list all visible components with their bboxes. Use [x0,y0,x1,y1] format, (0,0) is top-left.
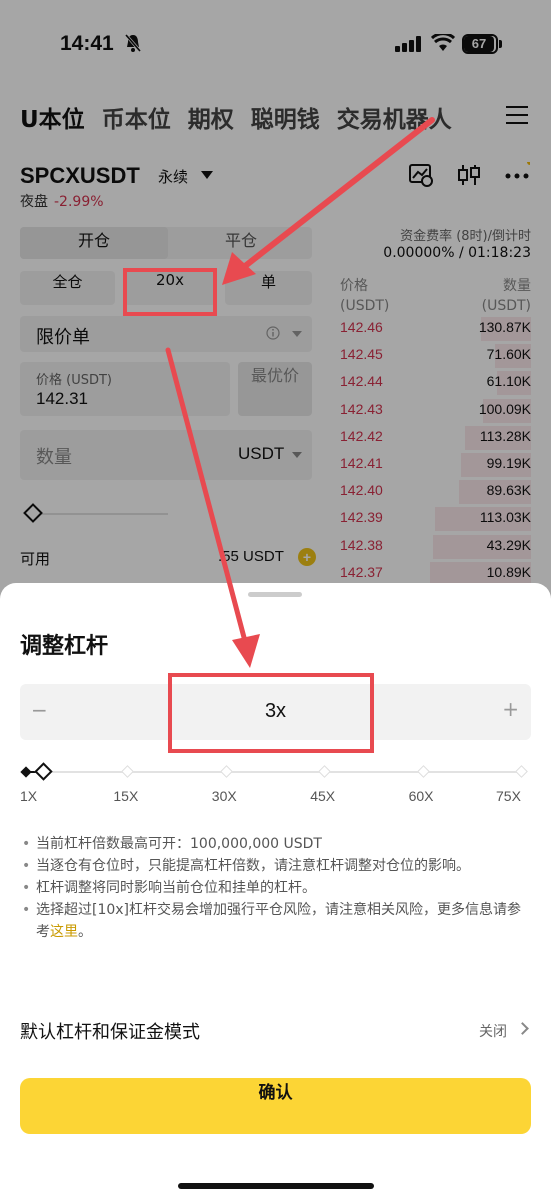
default-leverage-row[interactable]: 默认杠杆和保证金模式 关闭 [20,1016,531,1044]
annotation-box-value [168,673,374,753]
sheet-title: 调整杠杆 [20,634,109,659]
leverage-mark-label[interactable]: 30X [212,788,237,804]
default-leverage-state: 关闭 [479,1024,507,1040]
note-end: 。 [78,924,92,940]
note-item: 当逐仓有仓位时，只能提高杠杆倍数，请注意杠杆调整对仓位的影响。 [22,855,527,877]
leverage-tick[interactable] [416,765,430,778]
leverage-mark-label[interactable]: 45X [310,788,335,804]
leverage-mark-label[interactable]: 75X [496,788,521,804]
leverage-mark-label[interactable]: 1X [20,788,37,804]
annotation-box-leverage [123,268,217,316]
leverage-tick[interactable] [515,765,528,778]
note-item: 选择超过[10x]杠杆交易会增加强行平仓风险，请注意相关风险，更多信息请参考这里… [22,899,527,943]
leverage-tick[interactable] [219,765,233,778]
modal-backdrop[interactable] [0,0,551,600]
confirm-button[interactable]: 确认 [20,1078,531,1134]
leverage-mark-label[interactable]: 60X [409,788,434,804]
note-item: 当前杠杆倍数最高可开：100,000,000 USDT [22,833,527,855]
leverage-mark-label[interactable]: 15X [113,788,138,804]
trading-screen: 14:41 67 U本位 币本位 期权 聪明钱 交易机器人 SPCXUSDT 永… [0,0,551,1200]
leverage-tick[interactable] [121,765,135,778]
note-item: 杠杆调整将同时影响当前仓位和挂单的杠杆。 [22,877,527,899]
increase-button[interactable]: + [502,697,519,721]
slider-start-marker [20,766,32,778]
leverage-tick[interactable] [318,765,332,778]
more-info-link[interactable]: 这里 [50,924,78,940]
leverage-slider-handle[interactable] [34,762,53,781]
default-leverage-label: 默认杠杆和保证金模式 [20,1022,200,1043]
note-text: 选择超过[10x]杠杆交易会增加强行平仓风险，请注意相关风险，更多信息请参考 [36,902,522,940]
home-indicator [178,1183,374,1189]
sheet-grabber[interactable] [248,592,302,597]
chevron-right-icon [516,1022,529,1035]
leverage-slider[interactable] [26,771,526,773]
leverage-notes: 当前杠杆倍数最高可开：100,000,000 USDT 当逐仓有仓位时，只能提高… [22,833,527,943]
